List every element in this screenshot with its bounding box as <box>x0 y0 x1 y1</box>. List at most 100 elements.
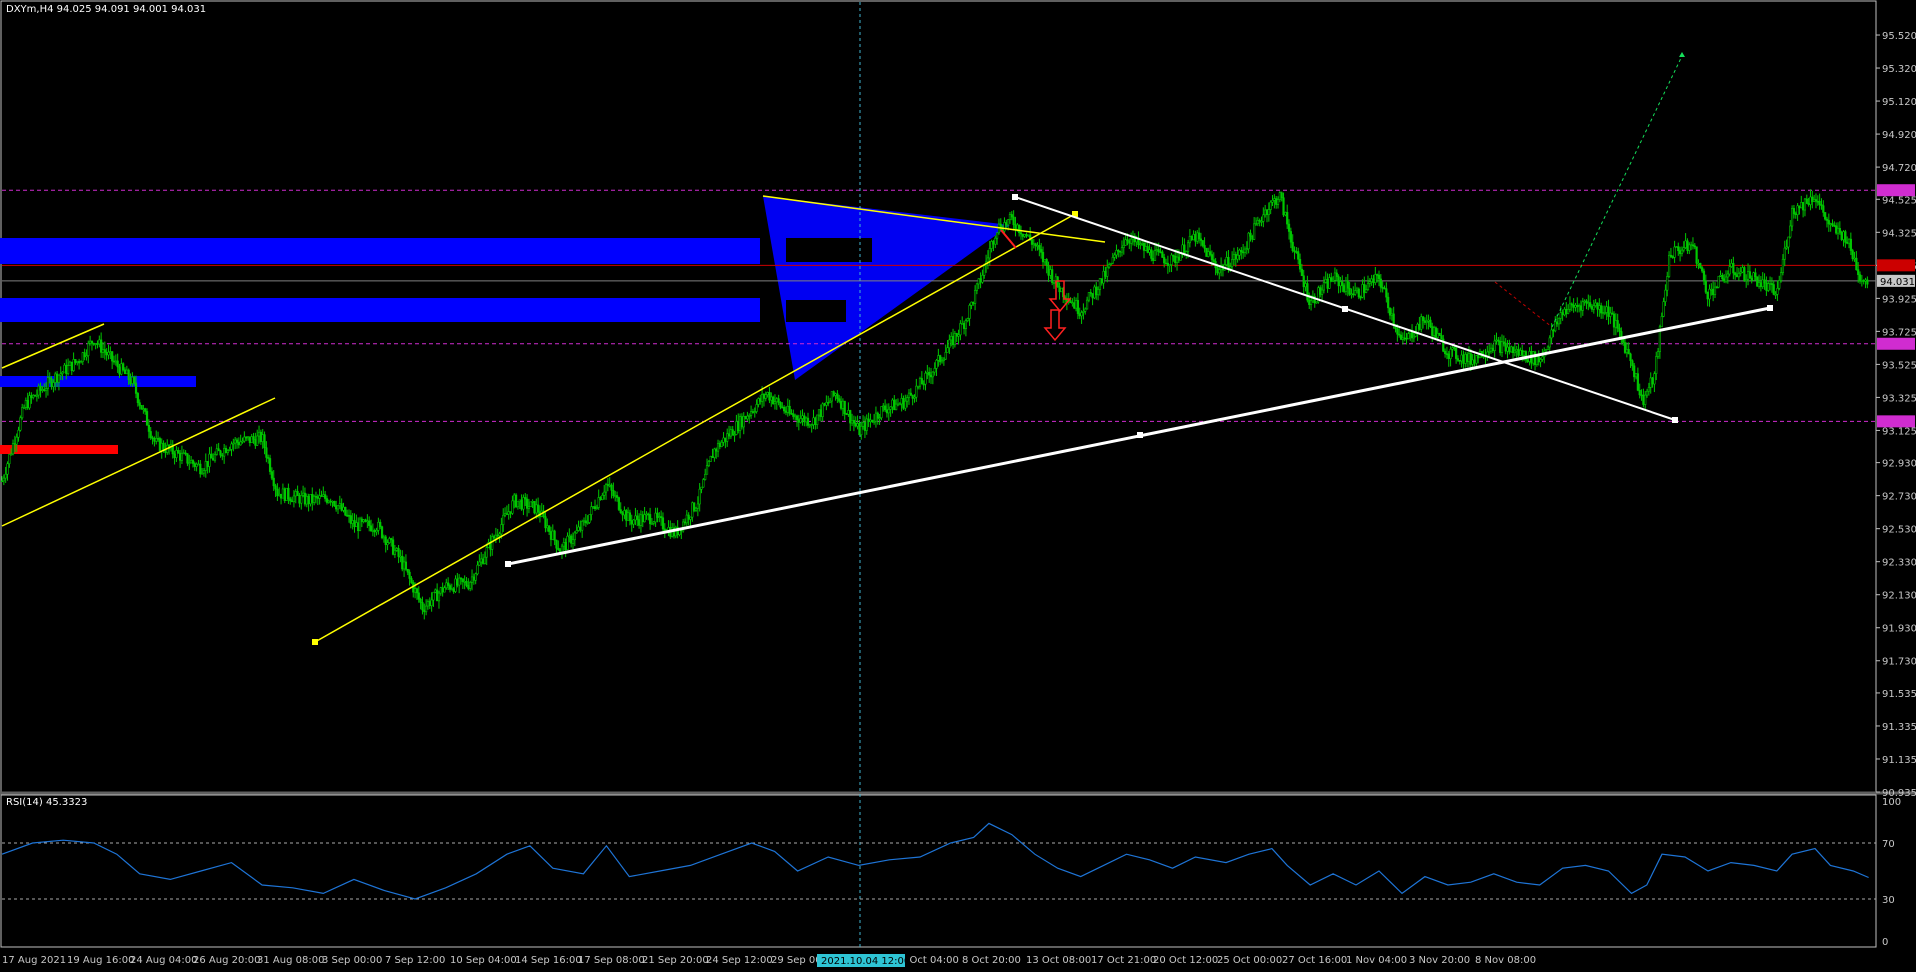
candle-body <box>511 500 514 514</box>
candle-body <box>1666 276 1669 291</box>
candle-body <box>1578 305 1581 307</box>
candle-body <box>313 495 316 503</box>
candle-body <box>1587 302 1590 304</box>
candle-body <box>1196 232 1199 242</box>
candle-body <box>1779 272 1783 281</box>
candle-body <box>245 436 248 439</box>
candle-body <box>1096 289 1100 296</box>
candle-body <box>59 373 62 376</box>
candle-body <box>399 555 402 558</box>
x-tick-label: 8 Oct 20:00 <box>962 955 1021 966</box>
candle-body <box>1328 277 1331 289</box>
candle-body <box>1866 279 1869 285</box>
candle-body <box>1407 333 1410 340</box>
candle-body <box>480 558 483 563</box>
candle-body <box>586 522 589 524</box>
candle-body <box>1552 329 1555 332</box>
candle-body <box>531 501 534 503</box>
y-tick-label: 93.125 <box>1882 426 1916 437</box>
candle-body <box>1781 258 1785 273</box>
candle-body <box>1377 274 1381 280</box>
candle-body <box>770 396 773 401</box>
candle-body <box>259 431 262 442</box>
candle-body <box>570 535 573 544</box>
candle-body <box>1508 346 1511 353</box>
candle-body <box>1559 312 1562 319</box>
candle-body <box>6 463 9 475</box>
candle-body <box>599 497 602 501</box>
candle-body <box>1019 232 1023 235</box>
candle-body <box>149 431 152 438</box>
candle-body <box>649 514 652 525</box>
candle-body <box>1080 312 1083 317</box>
candle-body <box>324 494 327 499</box>
candle-body <box>145 411 149 426</box>
candle-body <box>390 538 393 541</box>
candle-body <box>1836 228 1840 234</box>
candle-body <box>1447 353 1450 359</box>
candle-body <box>217 448 220 452</box>
candle-body <box>1824 212 1827 220</box>
candle-body <box>1537 356 1540 363</box>
candle-body <box>1164 262 1168 265</box>
candle-body <box>582 520 586 523</box>
candle-body <box>1647 387 1650 392</box>
candle-body <box>81 352 84 362</box>
y-tick-label: 92.330 <box>1882 558 1916 569</box>
candle-body <box>278 493 281 497</box>
candle-body <box>1840 232 1843 240</box>
candle-body <box>904 400 907 409</box>
candle-body <box>1242 251 1245 254</box>
candle-body <box>92 342 95 345</box>
candle-body <box>1590 306 1594 310</box>
candle-body <box>1113 254 1116 258</box>
candle-body <box>1831 223 1834 226</box>
candle-body <box>625 510 628 521</box>
candle-body <box>1600 305 1603 314</box>
candle-body <box>415 588 419 594</box>
candle-body <box>26 400 29 409</box>
candle-body <box>749 411 753 416</box>
candle-body <box>502 514 505 525</box>
candle-body <box>524 497 527 500</box>
candle-body <box>134 382 138 394</box>
candle-body <box>639 514 643 526</box>
candle-body <box>500 524 503 535</box>
candle-body <box>1282 197 1285 216</box>
candle-body <box>700 486 703 490</box>
candle-body <box>1174 255 1177 263</box>
candle-body <box>1007 219 1010 226</box>
candle-body <box>109 351 112 353</box>
candle-body <box>74 359 77 363</box>
candle-body <box>1047 265 1050 276</box>
candle-body <box>224 448 228 453</box>
candle-body <box>1249 232 1252 237</box>
candle-body <box>1680 249 1684 254</box>
candle-body <box>90 340 94 344</box>
candle-body <box>197 463 200 466</box>
candle-body <box>96 343 99 345</box>
price-chart[interactable]: 10070300 95.52095.32095.12094.92094.7209… <box>0 0 1916 972</box>
candle-body <box>821 403 824 417</box>
candle-body <box>1456 358 1460 361</box>
x-tick-label: 26 Aug 20:00 <box>193 955 260 966</box>
candle-body <box>391 539 395 555</box>
candle-body <box>1030 239 1034 245</box>
candle-body <box>994 237 997 245</box>
candle-body <box>1170 254 1173 266</box>
main-frame <box>0 0 1877 795</box>
candle-body <box>1403 337 1406 340</box>
candle-body <box>1783 247 1786 260</box>
candle-body <box>250 436 253 443</box>
candle-body <box>1629 353 1632 362</box>
candle-body <box>219 450 222 456</box>
candle-body <box>494 534 497 539</box>
candle-body <box>1155 249 1158 251</box>
candle-body <box>571 539 575 544</box>
candle-body <box>852 420 856 424</box>
candle-body <box>13 443 16 445</box>
candle-body <box>1495 339 1498 342</box>
candle-body <box>931 371 934 378</box>
candle-body <box>1265 209 1269 215</box>
candle-body <box>560 545 564 553</box>
